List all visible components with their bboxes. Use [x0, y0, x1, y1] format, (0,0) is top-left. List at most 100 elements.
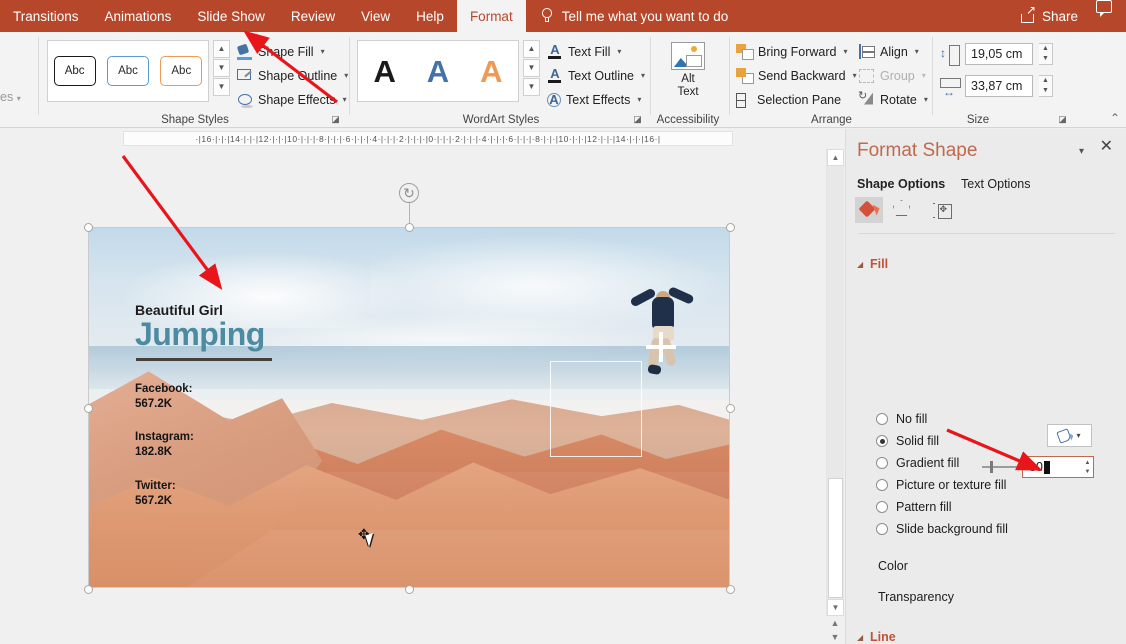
rotate-button[interactable]: Rotate ▾ — [858, 89, 928, 110]
wordart-dialog-launcher[interactable]: ◪ — [632, 114, 643, 125]
resize-handle-top-center[interactable] — [405, 223, 414, 232]
scroll-down-button[interactable]: ▼ — [827, 599, 844, 616]
tell-me-search[interactable]: Tell me what you want to do — [526, 0, 739, 32]
line-section-collapse-icon[interactable]: ◢ — [857, 633, 866, 642]
shape-effects-button[interactable]: Shape Effects ▾ — [237, 89, 347, 110]
text-effects-button[interactable]: A Text Effects ▾ — [547, 89, 641, 110]
shape-width-input[interactable]: 33,87 cm — [965, 75, 1033, 97]
stat-label: Facebook: — [135, 383, 193, 395]
resize-handle-middle-left[interactable] — [84, 404, 93, 413]
send-backward-label: Send Backward — [758, 68, 846, 83]
shape-styles-gallery[interactable]: Abc Abc Abc — [47, 40, 209, 102]
wordart-scroll-down-button[interactable]: ▼ — [523, 59, 540, 77]
stat-instagram[interactable]: Instagram: 182.8K — [135, 430, 194, 460]
shape-fill-button[interactable]: Shape Fill ▾ — [237, 41, 325, 62]
next-slide-button[interactable]: ▼ — [829, 631, 841, 644]
selection-pane-button[interactable]: Selection Pane — [736, 89, 841, 110]
wordart-styles-gallery[interactable]: A A A — [357, 40, 519, 102]
group-label: Group — [880, 68, 915, 83]
transparency-input[interactable]: 30 ▲ ▼ — [1022, 456, 1094, 478]
gallery-scroll-down-button[interactable]: ▼ — [213, 59, 230, 77]
shape-style-chip-1[interactable]: Abc — [53, 56, 96, 86]
slide[interactable]: Beautiful Girl Jumping Facebook: 567.2K … — [88, 227, 730, 588]
tab-format[interactable]: Format — [456, 0, 526, 32]
option-no-fill[interactable]: No fill — [876, 412, 927, 426]
wordart-chip-1[interactable]: A — [373, 56, 395, 87]
slide-canvas[interactable]: Beautiful Girl Jumping Facebook: 567.2K … — [0, 149, 820, 644]
tab-review[interactable]: Review — [278, 0, 348, 32]
transparency-stepper[interactable]: ▲ ▼ — [1078, 459, 1091, 476]
horizontal-ruler[interactable]: ·|16·|·|·|14·|·|·|12·|·|·|10·|·|·|·8·|·|… — [123, 131, 733, 146]
rotate-handle[interactable]: ↻ — [399, 183, 419, 203]
fill-color-button[interactable]: ▾ — [1047, 424, 1092, 447]
pane-options-dropdown[interactable]: ▾ — [1079, 146, 1084, 157]
resize-handle-bottom-left[interactable] — [84, 585, 93, 594]
wordart-more-button[interactable]: ▼ — [523, 78, 540, 96]
tab-help[interactable]: Help — [403, 0, 457, 32]
tab-view[interactable]: View — [348, 0, 403, 32]
pointer-arrow-icon — [365, 533, 377, 547]
width-stepper[interactable]: ▲ ▼ — [1039, 75, 1053, 97]
comments-icon[interactable] — [1096, 0, 1112, 17]
fill-section-collapse-icon[interactable]: ◢ — [857, 260, 866, 269]
transparency-field-label: Transparency — [878, 590, 954, 604]
chevron-down-icon: ▾ — [914, 47, 919, 56]
shape-styles-dialog-launcher[interactable]: ◪ — [330, 114, 341, 125]
shape-style-chip-3[interactable]: Abc — [160, 56, 203, 86]
shape-outline-label: Shape Outline — [258, 68, 338, 83]
wordart-scroll-buttons[interactable]: ▲ ▼ ▼ — [523, 40, 540, 96]
shape-outline-button[interactable]: Shape Outline ▾ — [237, 65, 348, 86]
tab-animations[interactable]: Animations — [92, 0, 185, 32]
collapse-ribbon-button[interactable]: ⌃ — [1110, 111, 1120, 125]
shape-styles-scroll-buttons[interactable]: ▲ ▼ ▼ — [213, 40, 230, 96]
wordart-scroll-up-button[interactable]: ▲ — [523, 40, 540, 58]
wordart-chip-3[interactable]: A — [480, 56, 502, 87]
text-fill-button[interactable]: A Text Fill ▾ — [547, 41, 621, 62]
overlay-rectangle-shape[interactable] — [550, 361, 642, 457]
stat-twitter[interactable]: Twitter: 567.2K — [135, 479, 176, 509]
stat-facebook[interactable]: Facebook: 567.2K — [135, 382, 193, 412]
close-icon[interactable]: ✕ — [1100, 139, 1113, 155]
align-button[interactable]: Align ▾ — [859, 41, 919, 62]
option-solid-fill[interactable]: Solid fill — [876, 434, 939, 448]
gallery-scroll-up-button[interactable]: ▲ — [213, 40, 230, 58]
scrollbar-track[interactable] — [827, 166, 844, 599]
slide-title-text[interactable]: Jumping — [135, 316, 265, 353]
share-button[interactable]: Share — [1011, 0, 1088, 32]
option-picture-or-texture-fill[interactable]: Picture or texture fill — [876, 478, 1006, 492]
vertical-scrollbar[interactable]: ▲ ▼ — [826, 149, 844, 616]
tab-shape-options[interactable]: Shape Options — [857, 177, 945, 191]
size-and-properties-tab[interactable] — [927, 197, 955, 223]
text-outline-button[interactable]: A Text Outline ▾ — [547, 65, 645, 86]
tab-transitions[interactable]: Transitions — [0, 0, 92, 32]
previous-slide-button[interactable]: ▲ — [829, 617, 841, 630]
share-label: Share — [1041, 8, 1078, 24]
bring-forward-button[interactable]: Bring Forward ▾ — [736, 41, 848, 62]
option-gradient-fill[interactable]: Gradient fill — [876, 456, 959, 470]
wordart-chip-2[interactable]: A — [427, 56, 449, 87]
size-dialog-launcher[interactable]: ◪ — [1057, 114, 1068, 125]
scrollbar-thumb[interactable] — [828, 478, 843, 598]
gallery-more-button[interactable]: ▼ — [213, 78, 230, 96]
resize-handle-top-left[interactable] — [84, 223, 93, 232]
scroll-up-button[interactable]: ▲ — [827, 149, 844, 166]
resize-handle-middle-right[interactable] — [726, 404, 735, 413]
resize-handle-top-right[interactable] — [726, 223, 735, 232]
option-pattern-fill[interactable]: Pattern fill — [876, 500, 952, 514]
option-label: Gradient fill — [896, 456, 960, 470]
resize-handle-bottom-right[interactable] — [726, 585, 735, 594]
tab-text-options[interactable]: Text Options — [961, 177, 1030, 191]
shape-height-input[interactable]: 19,05 cm — [965, 43, 1033, 65]
resize-handle-bottom-center[interactable] — [405, 585, 414, 594]
shape-style-chip-2[interactable]: Abc — [106, 56, 149, 86]
truncated-styles-label[interactable]: es ▾ — [0, 90, 21, 104]
height-stepper[interactable]: ▲ ▼ — [1039, 43, 1053, 65]
radio-icon — [876, 501, 888, 513]
tab-slide-show[interactable]: Slide Show — [184, 0, 278, 32]
transparency-slider-knob[interactable] — [990, 461, 993, 473]
effects-tab[interactable] — [891, 197, 919, 223]
option-slide-background-fill[interactable]: Slide background fill — [876, 522, 1008, 536]
send-backward-button[interactable]: Send Backward ▾ — [736, 65, 857, 86]
fill-and-line-tab[interactable] — [855, 197, 883, 223]
plus-shape[interactable] — [646, 332, 676, 362]
